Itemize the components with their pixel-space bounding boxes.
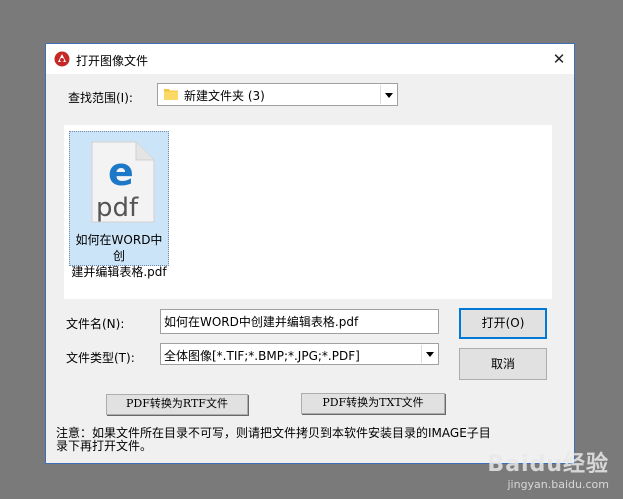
filetype-label: 文件类型(T): [66,351,135,365]
pdf-to-rtf-button[interactable]: PDF转换为RTF文件 [106,394,248,415]
app-logo-icon [54,51,70,67]
watermark-url: jingyan.baidu.com [507,478,609,491]
file-name-line2: 建并编辑表格.pdf [71,265,167,279]
open-button[interactable]: 打开(O) [459,308,547,339]
watermark: Baidu经验 jingyan.baidu.com [487,446,609,491]
lookin-value: 新建文件夹 (3) [184,89,265,103]
lookin-label: 查找范围(I): [68,91,133,105]
edge-letter: e [108,150,134,194]
file-item[interactable]: e pdf 如何在WORD中创 建并编辑表格.pdf [69,131,169,279]
file-name: 如何在WORD中创 建并编辑表格.pdf [70,232,168,280]
lookin-dropdown-arrow[interactable] [380,85,396,104]
filename-label: 文件名(N): [66,317,125,331]
open-image-dialog: 打开图像文件 ✕ 查找范围(I): 新建文件夹 (3) e pdf 如何在WOR… [45,43,575,464]
file-name-line1: 如何在WORD中创 [75,233,163,263]
lookin-combo[interactable]: 新建文件夹 (3) [157,83,398,106]
close-button[interactable]: ✕ [544,44,574,74]
watermark-logo: Baidu经验 [487,452,609,477]
folder-icon [164,89,178,100]
title-bar: 打开图像文件 ✕ [46,44,574,74]
file-list[interactable]: e pdf 如何在WORD中创 建并编辑表格.pdf [64,125,552,299]
filename-input[interactable]: 如何在WORD中创建并编辑表格.pdf [160,309,439,334]
filetype-dropdown-arrow[interactable] [421,345,437,363]
pdf-to-txt-button[interactable]: PDF转换为TXT文件 [301,393,445,414]
window-title: 打开图像文件 [76,54,149,68]
filetype-value: 全体图像[*.TIF;*.BMP;*.JPG;*.PDF] [164,349,360,363]
cancel-button[interactable]: 取消 [459,348,547,380]
pdf-edge-icon: e pdf [91,141,155,223]
filetype-combo[interactable]: 全体图像[*.TIF;*.BMP;*.JPG;*.PDF] [160,343,439,365]
note-text: 注意：如果文件所在目录不可写，则请把文件拷贝到本软件安装目录的IMAGE子目录下… [56,426,491,453]
pdf-label: pdf [96,193,139,223]
